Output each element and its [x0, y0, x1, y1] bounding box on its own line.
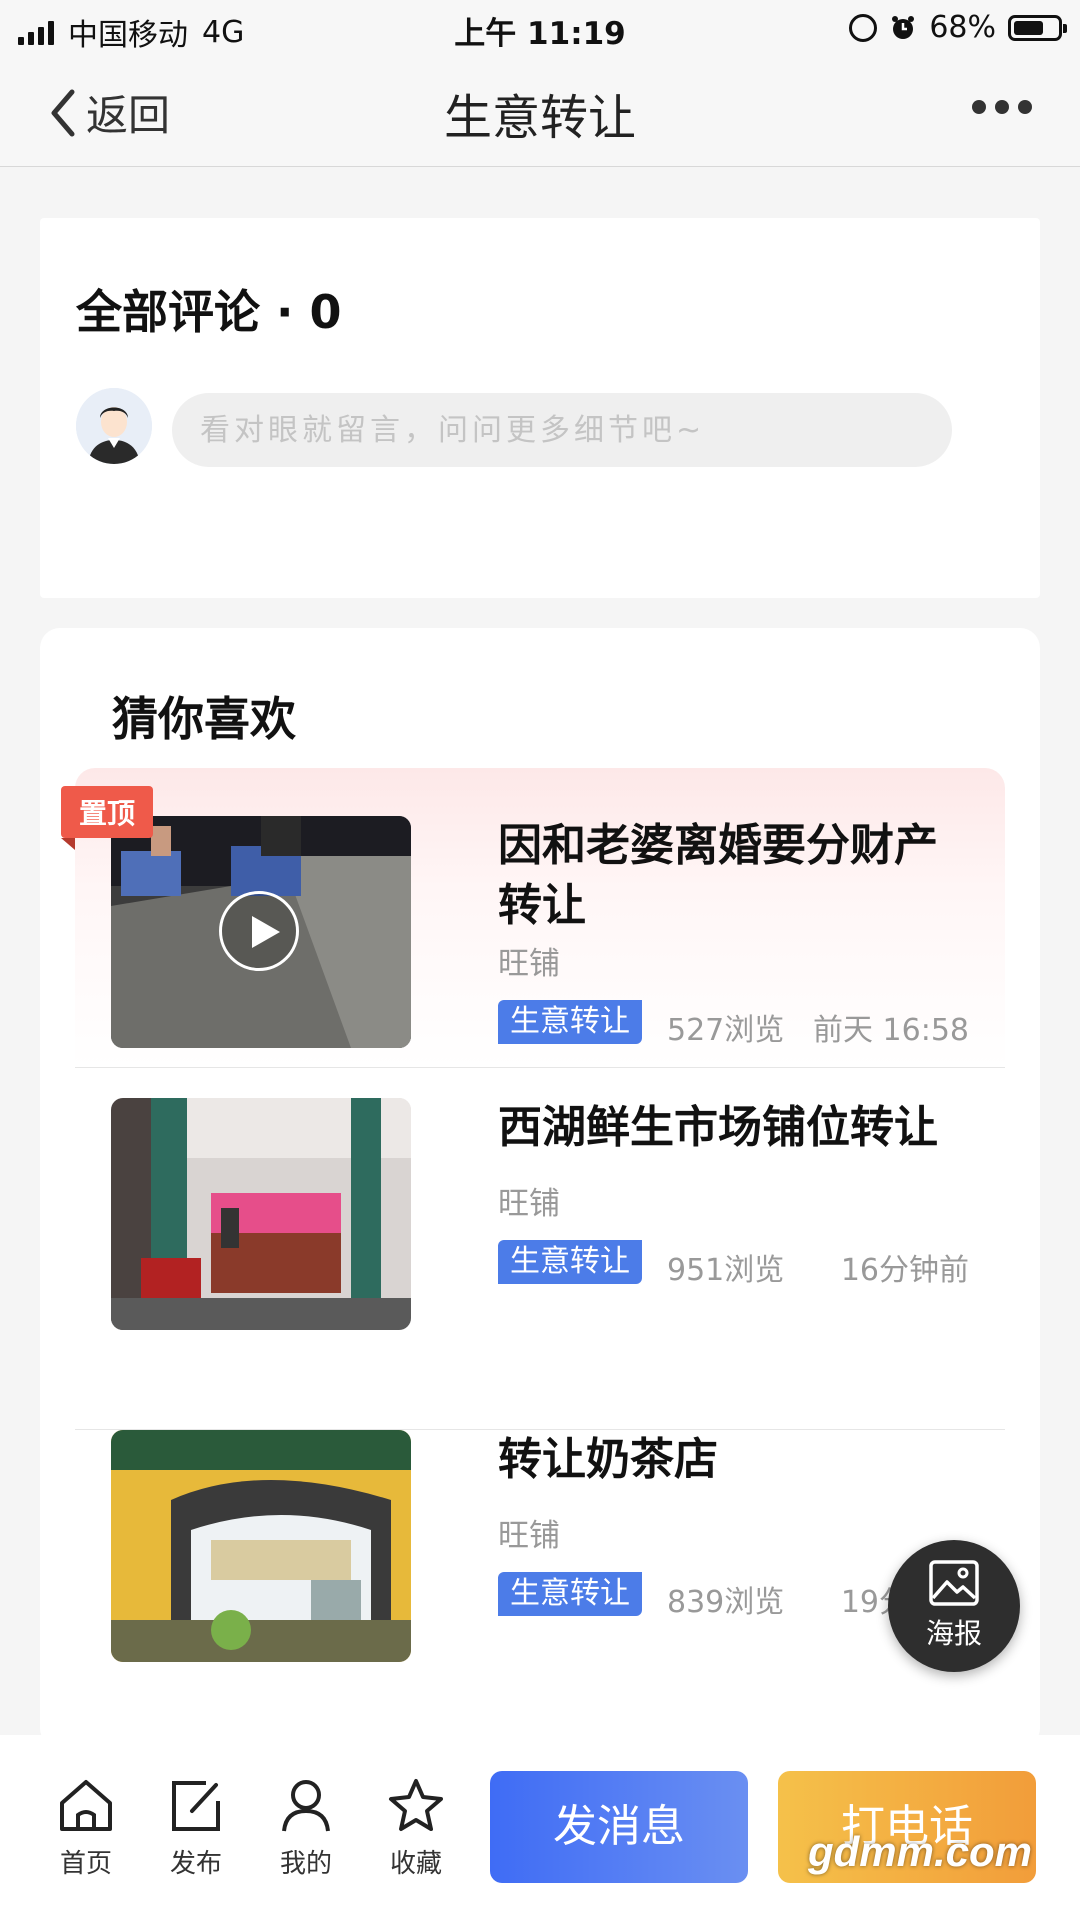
- tab-label: 收藏: [389, 1849, 442, 1879]
- item-source: 旺铺: [498, 1518, 560, 1554]
- battery-icon: [1008, 14, 1067, 41]
- comments-card: 全部评论 · 0: [40, 218, 1040, 598]
- play-icon[interactable]: [219, 891, 299, 971]
- watermark: gdmm.com: [808, 1828, 1033, 1875]
- user-icon: [282, 1780, 330, 1832]
- comment-input[interactable]: [172, 393, 952, 467]
- edit-icon: [172, 1781, 220, 1831]
- category-tag: 生意转让: [498, 1000, 642, 1044]
- tab-label: 首页: [59, 1849, 112, 1879]
- status-bar: 中国移动 4G 上午 11:19 68%: [0, 0, 1080, 56]
- tab-publish[interactable]: 发布: [156, 1777, 236, 1880]
- tab-label: 发布: [169, 1849, 222, 1879]
- image-icon: [929, 1560, 979, 1606]
- item-thumbnail: [111, 816, 411, 1048]
- item-thumbnail: [111, 1430, 411, 1662]
- list-item[interactable]: 转让奶茶店 旺铺 生意转让 839浏览 19分钟前: [75, 1430, 1005, 1730]
- home-icon: [60, 1780, 112, 1831]
- list-item[interactable]: 西湖鲜生市场铺位转让 旺铺 生意转让 951浏览 16分钟前: [75, 1098, 1005, 1430]
- item-thumbnail: [111, 1098, 411, 1330]
- post-time: 16分钟前: [840, 1253, 969, 1288]
- status-right: 68%: [849, 10, 1067, 45]
- battery-percent: 68%: [929, 10, 996, 45]
- item-source: 旺铺: [498, 946, 560, 982]
- view-count: 839浏览: [667, 1585, 785, 1620]
- view-count: 951浏览: [667, 1253, 785, 1288]
- poster-label: 海报: [925, 1617, 982, 1650]
- category-tag: 生意转让: [498, 1240, 642, 1284]
- item-title: 西湖鲜生市场铺位转让: [498, 1102, 938, 1153]
- poster-button[interactable]: 海报: [888, 1540, 1020, 1672]
- divider: [75, 1067, 1005, 1068]
- pinned-badge: 置顶: [61, 786, 154, 850]
- page-title: 生意转让: [443, 90, 636, 146]
- alarm-icon: [892, 15, 915, 39]
- user-avatar-icon: [76, 388, 152, 464]
- comments-title: 全部评论 · 0: [76, 285, 342, 339]
- item-source: 旺铺: [498, 1186, 560, 1222]
- list-item[interactable]: 置顶 因和老婆离婚要分财产转让 旺铺 生意转让 527浏览 前天 16:58: [61, 768, 1005, 1068]
- tab-label: 我的: [279, 1849, 332, 1879]
- tab-favorites[interactable]: 收藏: [376, 1777, 456, 1880]
- more-dots-icon[interactable]: [972, 100, 1032, 114]
- tab-home[interactable]: 首页: [46, 1777, 126, 1880]
- post-time: 前天 16:58: [813, 1013, 969, 1048]
- view-count: 527浏览: [667, 1013, 785, 1048]
- item-title: 转让奶茶店: [498, 1434, 718, 1485]
- item-title: 因和老婆离婚要分财产转让: [498, 820, 938, 931]
- avatar: [76, 388, 152, 464]
- star-icon: [389, 1779, 443, 1831]
- category-tag: 生意转让: [498, 1572, 642, 1616]
- rotation-lock-icon: [849, 13, 878, 42]
- send-message-button[interactable]: 发消息: [490, 1771, 748, 1883]
- nav-bar: 返回 生意转让: [0, 56, 1080, 167]
- recommend-title: 猜你喜欢: [112, 692, 296, 746]
- tab-mine[interactable]: 我的: [266, 1777, 346, 1880]
